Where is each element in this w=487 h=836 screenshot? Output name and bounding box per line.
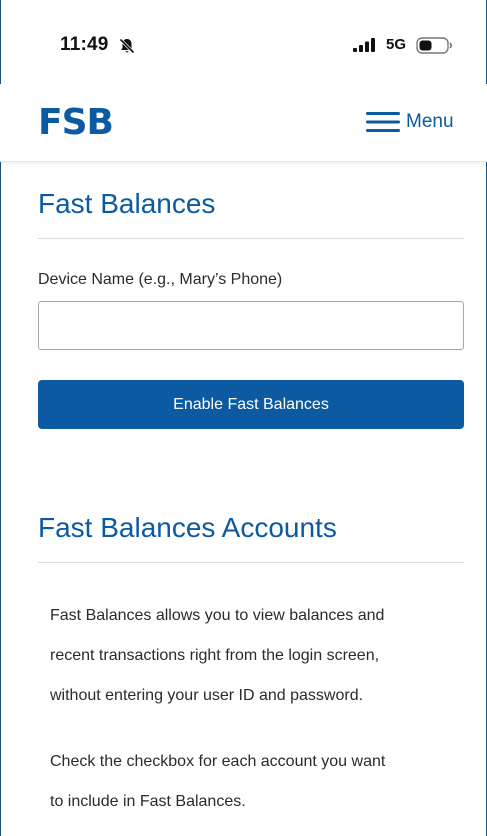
hamburger-icon bbox=[366, 112, 400, 132]
description-paragraph: Fast Balances allows you to view balance… bbox=[50, 596, 470, 716]
description-line: without entering your user ID and passwo… bbox=[50, 687, 364, 704]
device-name-input[interactable] bbox=[38, 301, 464, 350]
signal-bars-icon bbox=[353, 38, 375, 52]
status-time: 11:49 bbox=[60, 34, 109, 55]
device-name-label: Device Name (e.g., Mary’s Phone) bbox=[38, 271, 283, 288]
menu-button[interactable]: Menu bbox=[366, 108, 454, 136]
instruction-paragraph: Check the checkbox for each account you … bbox=[50, 742, 470, 822]
fsb-logo[interactable]: FSB bbox=[38, 102, 114, 143]
instruction-line: Check the checkbox for each account you … bbox=[50, 753, 386, 770]
network-type: 5G bbox=[386, 36, 407, 53]
menu-label: Menu bbox=[406, 111, 454, 132]
instruction-line: to include in Fast Balances. bbox=[50, 793, 246, 810]
status-bar: 11:49 5G bbox=[0, 0, 487, 84]
enable-fast-balances-button[interactable]: Enable Fast Balances bbox=[38, 380, 464, 429]
description-line: recent transactions right from the login… bbox=[50, 647, 380, 664]
page-title: Fast Balances bbox=[38, 188, 216, 219]
accounts-section-title: Fast Balances Accounts bbox=[38, 512, 337, 543]
divider bbox=[38, 238, 464, 239]
description-line: Fast Balances allows you to view balance… bbox=[50, 607, 385, 624]
battery-icon bbox=[416, 37, 453, 54]
bell-slash-icon bbox=[119, 38, 135, 54]
divider bbox=[38, 562, 464, 563]
site-header: FSB Menu bbox=[0, 84, 487, 162]
